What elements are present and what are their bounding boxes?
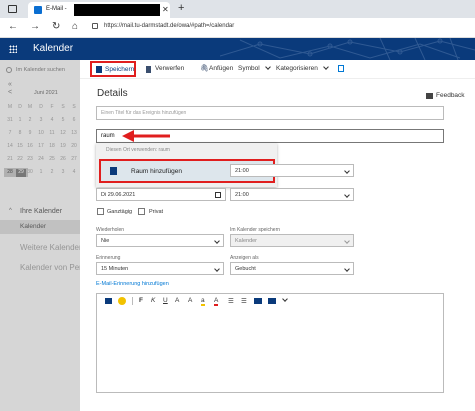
chevron-down-icon <box>344 238 350 244</box>
new-tab-icon[interactable]: + <box>178 2 184 14</box>
feedback-icon[interactable] <box>426 93 433 99</box>
reminder-select[interactable]: 15 Minuten <box>96 262 224 275</box>
chevron-down-icon <box>214 238 220 244</box>
start-time-value: 21:00 <box>235 168 249 174</box>
grow-font-icon[interactable]: A <box>188 297 192 304</box>
font-color-icon[interactable]: A <box>214 297 219 306</box>
address-bar[interactable]: https://mail.tu-darmstadt.de/owa/#path=/… <box>104 23 234 29</box>
save-button[interactable]: Speichern <box>90 61 136 77</box>
discard-button[interactable]: Verwerfen <box>155 65 184 72</box>
page-title: Details <box>97 88 128 99</box>
start-time-select[interactable]: 21:00 <box>230 164 354 177</box>
decrease-indent-icon[interactable] <box>254 298 262 304</box>
chevron-down-icon <box>265 64 271 70</box>
back-icon[interactable]: ← <box>8 21 18 32</box>
attach-button[interactable]: Anfügen <box>209 65 233 72</box>
suggestion-use-location[interactable]: Diesen Ort verwenden: raum <box>106 147 170 153</box>
chevron-down-icon <box>344 192 350 198</box>
outlook-favicon-icon <box>34 6 42 14</box>
end-time-select[interactable]: 21:00 <box>230 188 354 201</box>
insert-image-icon[interactable] <box>105 298 112 304</box>
end-date-value: Di 29.06.2021 <box>101 192 136 198</box>
allday-label: Ganztägig <box>107 209 133 215</box>
browser-tab[interactable]: E-Mail - ✕ <box>28 2 170 18</box>
end-date-input[interactable]: Di 29.06.2021 <box>96 188 226 201</box>
reload-icon[interactable]: ↻ <box>52 21 60 32</box>
underline-icon[interactable]: U <box>163 297 168 304</box>
repeat-value: Nie <box>101 238 110 244</box>
chevron-down-icon <box>344 168 350 174</box>
symbol-button[interactable]: Symbol <box>238 65 260 72</box>
calendar-value: Kalender <box>235 238 258 244</box>
numbered-list-icon[interactable]: ☰ <box>241 297 247 305</box>
window-menu-icon[interactable] <box>8 5 17 13</box>
notes-editor[interactable]: F K U A A a A ☰ ☰ <box>96 293 444 393</box>
bold-icon[interactable]: F <box>139 297 143 304</box>
lock-icon <box>92 23 98 29</box>
increase-indent-icon[interactable] <box>268 298 276 304</box>
trash-icon <box>146 66 151 73</box>
show-as-value: Gebucht <box>235 266 256 272</box>
repeat-label: Wiederholen <box>96 227 125 233</box>
circuit-pattern <box>220 38 475 60</box>
feedback-button[interactable]: Feedback <box>436 92 465 99</box>
categorize-button[interactable]: Kategorisieren <box>276 65 318 72</box>
event-details-pane: Details Feedback Einen Titel für das Ere… <box>80 79 475 411</box>
room-icon <box>110 167 117 175</box>
app-title: Kalender <box>33 43 74 54</box>
app-launcher-icon[interactable] <box>9 45 17 53</box>
tab-title: E-Mail - <box>46 6 67 12</box>
browser-tab-bar: E-Mail - ✕ + <box>0 0 475 18</box>
allday-checkbox[interactable] <box>97 208 104 215</box>
highlight-icon[interactable]: a <box>201 297 205 306</box>
add-room-label: Raum hinzufügen <box>131 168 182 175</box>
save-icon <box>96 66 102 73</box>
private-label: Privat <box>149 209 164 215</box>
toolbar-divider <box>132 297 133 305</box>
calendar-select: Kalender <box>230 234 354 247</box>
show-as-select[interactable]: Gebucht <box>230 262 354 275</box>
forward-icon[interactable]: → <box>30 21 40 32</box>
font-size-icon[interactable]: A <box>175 297 179 304</box>
paperclip-icon: 🖇 <box>200 65 209 72</box>
reminder-value: 15 Minuten <box>101 266 129 272</box>
reminder-label: Erinnerung <box>96 255 121 261</box>
location-value: raum <box>101 133 115 139</box>
redacted-block <box>74 4 160 16</box>
save-label: Speichern <box>105 66 135 73</box>
more-options-icon[interactable] <box>282 296 288 302</box>
bullet-list-icon[interactable]: ☰ <box>228 297 234 305</box>
calendar-save-label: Im Kalender speichern <box>230 227 281 233</box>
browser-nav-bar: ← → ↻ ⌂ https://mail.tu-darmstadt.de/owa… <box>0 18 475 38</box>
home-icon[interactable]: ⌂ <box>72 21 78 32</box>
event-title-input[interactable]: Einen Titel für das Ereignis hinzufügen <box>96 106 444 120</box>
close-tab-icon[interactable]: ✕ <box>162 5 169 14</box>
repeat-select[interactable]: Nie <box>96 234 224 247</box>
italic-icon[interactable]: K <box>151 297 155 304</box>
window-icon[interactable] <box>338 65 344 72</box>
app-header: Kalender <box>0 38 475 60</box>
end-time-value: 21:00 <box>235 192 249 198</box>
red-arrow-annotation <box>122 130 170 142</box>
chevron-down-icon <box>344 266 350 272</box>
email-reminder-link[interactable]: E-Mail-Erinnerung hinzufügen <box>96 281 169 287</box>
emoji-icon[interactable] <box>118 297 126 305</box>
chevron-down-icon <box>323 64 329 70</box>
event-toolbar: Speichern Verwerfen 🖇 Anfügen Symbol Kat… <box>80 60 475 79</box>
show-as-label: Anzeigen als <box>230 255 259 261</box>
editor-toolbar: F K U A A a A ☰ ☰ <box>97 294 443 308</box>
event-title-placeholder: Einen Titel für das Ereignis hinzufügen <box>101 110 187 116</box>
private-checkbox[interactable] <box>138 208 145 215</box>
modal-overlay <box>0 60 80 411</box>
chevron-down-icon <box>214 266 220 272</box>
calendar-picker-icon[interactable] <box>215 192 221 198</box>
